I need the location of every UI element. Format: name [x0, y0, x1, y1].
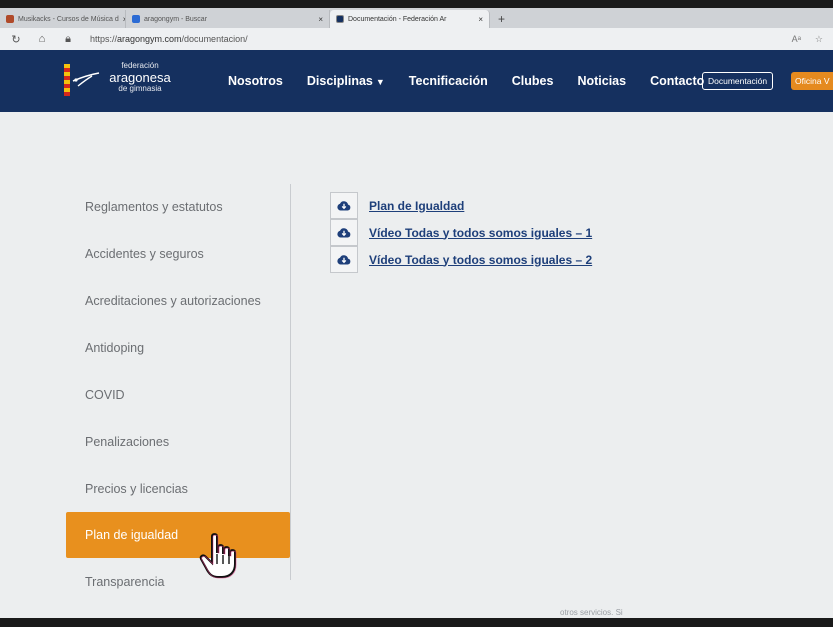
- url-field[interactable]: https://aragongym.com/documentacion/: [90, 34, 248, 44]
- document-link[interactable]: Plan de Igualdad: [369, 199, 464, 213]
- documentacion-button[interactable]: Documentación: [702, 72, 774, 90]
- new-tab-button[interactable]: +: [490, 10, 513, 28]
- tab-favicon-icon: [132, 15, 140, 23]
- sidebar-item-label: Penalizaciones: [85, 434, 170, 449]
- nav-item-clubes[interactable]: Clubes: [512, 74, 554, 88]
- document-link[interactable]: Vídeo Todas y todos somos iguales – 2: [369, 253, 592, 267]
- logo-line-2: aragonesa: [109, 70, 171, 85]
- cloud-download-icon[interactable]: [330, 192, 358, 219]
- sidebar-item-label: Reglamentos y estatutos: [85, 199, 223, 214]
- cloud-download-icon[interactable]: [330, 246, 358, 273]
- sidebar-item-label: Antidoping: [85, 340, 145, 355]
- browser-tab-1[interactable]: Musikacks - Cursos de Música d ×: [0, 10, 126, 28]
- documentation-sidebar: Reglamentos y estatutos Accidentes y seg…: [66, 183, 290, 605]
- nav-label: Tecnificación: [408, 74, 488, 88]
- document-link[interactable]: Vídeo Todas y todos somos iguales – 1: [369, 226, 592, 240]
- sidebar-item-label: Accidentes y seguros: [85, 246, 204, 261]
- address-bar: ↻ ⌂ 🔒︎ https://aragongym.com/documentaci…: [0, 28, 833, 50]
- sidebar-item-label: Acreditaciones y autorizaciones: [85, 293, 261, 308]
- site-logo[interactable]: federación aragonesa de gimnasia: [64, 62, 184, 102]
- sidebar-item-covid[interactable]: COVID: [66, 371, 290, 418]
- logo-line-3: de gimnasia: [118, 84, 162, 93]
- nav-label: Noticias: [577, 74, 627, 88]
- document-list: Plan de Igualdad Vídeo Todas y todos som…: [330, 192, 592, 273]
- caret-down-icon: ▼: [375, 77, 385, 87]
- browser-tab-bar: Musikacks - Cursos de Música d × aragong…: [0, 8, 833, 28]
- browser-tab-2[interactable]: aragongym - Buscar ×: [126, 10, 330, 28]
- read-aloud-icon[interactable]: A͏ᵃ: [792, 34, 801, 45]
- nav-item-noticias[interactable]: Noticias: [577, 74, 626, 88]
- sidebar-item-penalizaciones[interactable]: Penalizaciones: [66, 418, 290, 465]
- document-item: Vídeo Todas y todos somos iguales – 2: [330, 246, 592, 273]
- sidebar-item-label: COVID: [85, 387, 125, 402]
- nav-label: Clubes: [511, 74, 554, 88]
- sidebar-divider: [290, 184, 291, 580]
- nav-label: Nosotros: [228, 74, 283, 88]
- document-item: Plan de Igualdad: [330, 192, 592, 219]
- logo-flag-icon: [64, 64, 70, 96]
- home-icon[interactable]: ⌂: [36, 33, 48, 45]
- tab-title: Musikacks - Cursos de Música d: [18, 15, 119, 23]
- cloud-download-icon[interactable]: [330, 219, 358, 246]
- url-path: /documentacion/: [181, 34, 248, 44]
- url-prefix: https://: [90, 34, 118, 44]
- tab-title: aragongym - Buscar: [144, 15, 208, 23]
- nav-label: Disciplinas: [306, 74, 373, 88]
- url-host: aragongym.com: [117, 34, 182, 44]
- tab-close-icon[interactable]: ×: [318, 15, 323, 24]
- nav-item-disciplinas[interactable]: Disciplinas ▼: [307, 74, 385, 88]
- document-item: Vídeo Todas y todos somos iguales – 1: [330, 219, 592, 246]
- nav-item-nosotros[interactable]: Nosotros: [228, 74, 283, 88]
- favorite-icon[interactable]: ☆: [815, 34, 823, 45]
- sidebar-item-label: Precios y licencias: [85, 481, 188, 496]
- address-bar-actions: A͏ᵃ ☆: [792, 34, 823, 45]
- nav-item-contacto[interactable]: Contacto: [650, 74, 704, 88]
- sidebar-item-accidentes[interactable]: Accidentes y seguros: [66, 230, 290, 277]
- reload-icon[interactable]: ↻: [10, 33, 22, 46]
- main-nav: Nosotros Disciplinas ▼ Tecnificación Club…: [228, 50, 728, 112]
- sidebar-item-precios[interactable]: Precios y licencias: [66, 465, 290, 512]
- cookie-notice-text: otros servicios. Si: [560, 608, 623, 617]
- browser-window: Musikacks - Cursos de Música d × aragong…: [0, 8, 833, 618]
- nav-label: Contacto: [650, 74, 705, 88]
- sidebar-item-plan-igualdad[interactable]: Plan de igualdad: [66, 512, 290, 558]
- logo-line-1: federación: [121, 61, 159, 70]
- tab-favicon-icon: [336, 15, 344, 23]
- sidebar-item-acreditaciones[interactable]: Acreditaciones y autorizaciones: [66, 277, 290, 324]
- tab-close-icon[interactable]: ×: [478, 15, 483, 24]
- sidebar-item-reglamentos[interactable]: Reglamentos y estatutos: [66, 183, 290, 230]
- site-header: federación aragonesa de gimnasia Nosotro…: [0, 50, 833, 112]
- sidebar-item-label: Plan de igualdad: [85, 528, 179, 542]
- tab-favicon-icon: [6, 15, 14, 23]
- page-content: Reglamentos y estatutos Accidentes y seg…: [0, 112, 833, 618]
- tab-title: Documentación - Federación Ar: [348, 15, 447, 23]
- oficina-virtual-button[interactable]: Oficina V: [791, 72, 833, 90]
- logo-swoosh-icon: [72, 72, 100, 87]
- sidebar-item-label: Transparencia: [85, 574, 165, 589]
- nav-item-tecnificacion[interactable]: Tecnificación: [409, 74, 488, 88]
- sidebar-item-transparencia[interactable]: Transparencia: [66, 558, 290, 605]
- browser-tab-3-active[interactable]: Documentación - Federación Ar ×: [330, 10, 490, 28]
- hand-pointer-cursor-icon: [199, 533, 237, 579]
- logo-text: federación aragonesa de gimnasia: [102, 62, 178, 93]
- lock-icon[interactable]: 🔒︎: [62, 33, 74, 46]
- sidebar-item-antidoping[interactable]: Antidoping: [66, 324, 290, 371]
